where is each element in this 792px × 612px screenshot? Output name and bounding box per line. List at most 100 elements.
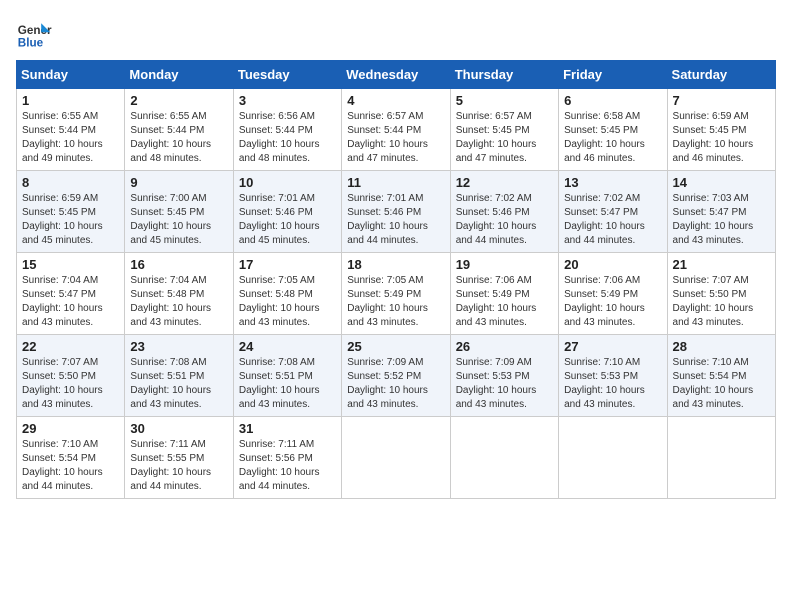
calendar-cell: 1 Sunrise: 6:55 AM Sunset: 5:44 PM Dayli… [17,89,125,171]
column-header-friday: Friday [559,61,667,89]
day-info: Sunrise: 7:09 AM Sunset: 5:52 PM Dayligh… [347,356,444,412]
calendar-cell [342,417,450,499]
day-number: 19 [456,257,553,272]
week-row-3: 15 Sunrise: 7:04 AM Sunset: 5:47 PM Dayl… [17,253,776,335]
calendar-cell: 18 Sunrise: 7:05 AM Sunset: 5:49 PM Dayl… [342,253,450,335]
calendar-cell: 25 Sunrise: 7:09 AM Sunset: 5:52 PM Dayl… [342,335,450,417]
day-info: Sunrise: 7:08 AM Sunset: 5:51 PM Dayligh… [130,356,227,412]
day-info: Sunrise: 7:07 AM Sunset: 5:50 PM Dayligh… [673,274,770,330]
day-number: 14 [673,175,770,190]
calendar-cell: 10 Sunrise: 7:01 AM Sunset: 5:46 PM Dayl… [233,171,341,253]
calendar-cell: 16 Sunrise: 7:04 AM Sunset: 5:48 PM Dayl… [125,253,233,335]
week-row-1: 1 Sunrise: 6:55 AM Sunset: 5:44 PM Dayli… [17,89,776,171]
calendar-cell: 21 Sunrise: 7:07 AM Sunset: 5:50 PM Dayl… [667,253,775,335]
day-number: 31 [239,421,336,436]
calendar-cell: 13 Sunrise: 7:02 AM Sunset: 5:47 PM Dayl… [559,171,667,253]
day-info: Sunrise: 7:00 AM Sunset: 5:45 PM Dayligh… [130,192,227,248]
header: General Blue [16,16,776,52]
day-number: 13 [564,175,661,190]
day-info: Sunrise: 7:07 AM Sunset: 5:50 PM Dayligh… [22,356,119,412]
day-number: 23 [130,339,227,354]
day-number: 17 [239,257,336,272]
week-row-4: 22 Sunrise: 7:07 AM Sunset: 5:50 PM Dayl… [17,335,776,417]
calendar-cell: 8 Sunrise: 6:59 AM Sunset: 5:45 PM Dayli… [17,171,125,253]
calendar-cell: 3 Sunrise: 6:56 AM Sunset: 5:44 PM Dayli… [233,89,341,171]
day-number: 2 [130,93,227,108]
logo-icon: General Blue [16,16,52,52]
day-info: Sunrise: 7:05 AM Sunset: 5:49 PM Dayligh… [347,274,444,330]
day-number: 22 [22,339,119,354]
calendar-cell: 26 Sunrise: 7:09 AM Sunset: 5:53 PM Dayl… [450,335,558,417]
calendar-header-row: SundayMondayTuesdayWednesdayThursdayFrid… [17,61,776,89]
day-number: 20 [564,257,661,272]
day-number: 4 [347,93,444,108]
day-info: Sunrise: 7:09 AM Sunset: 5:53 PM Dayligh… [456,356,553,412]
day-number: 18 [347,257,444,272]
day-info: Sunrise: 6:58 AM Sunset: 5:45 PM Dayligh… [564,110,661,166]
calendar-cell: 23 Sunrise: 7:08 AM Sunset: 5:51 PM Dayl… [125,335,233,417]
day-info: Sunrise: 6:59 AM Sunset: 5:45 PM Dayligh… [673,110,770,166]
day-number: 10 [239,175,336,190]
calendar-cell: 29 Sunrise: 7:10 AM Sunset: 5:54 PM Dayl… [17,417,125,499]
calendar-cell: 27 Sunrise: 7:10 AM Sunset: 5:53 PM Dayl… [559,335,667,417]
day-number: 5 [456,93,553,108]
week-row-5: 29 Sunrise: 7:10 AM Sunset: 5:54 PM Dayl… [17,417,776,499]
day-info: Sunrise: 7:04 AM Sunset: 5:48 PM Dayligh… [130,274,227,330]
day-number: 25 [347,339,444,354]
day-info: Sunrise: 7:02 AM Sunset: 5:46 PM Dayligh… [456,192,553,248]
calendar-table: SundayMondayTuesdayWednesdayThursdayFrid… [16,60,776,499]
day-info: Sunrise: 7:04 AM Sunset: 5:47 PM Dayligh… [22,274,119,330]
day-number: 15 [22,257,119,272]
day-number: 11 [347,175,444,190]
day-number: 16 [130,257,227,272]
day-number: 1 [22,93,119,108]
calendar-cell: 28 Sunrise: 7:10 AM Sunset: 5:54 PM Dayl… [667,335,775,417]
column-header-sunday: Sunday [17,61,125,89]
day-info: Sunrise: 7:03 AM Sunset: 5:47 PM Dayligh… [673,192,770,248]
day-number: 30 [130,421,227,436]
day-info: Sunrise: 7:10 AM Sunset: 5:53 PM Dayligh… [564,356,661,412]
day-info: Sunrise: 7:06 AM Sunset: 5:49 PM Dayligh… [564,274,661,330]
logo: General Blue [16,16,52,52]
day-info: Sunrise: 6:57 AM Sunset: 5:45 PM Dayligh… [456,110,553,166]
day-info: Sunrise: 7:01 AM Sunset: 5:46 PM Dayligh… [347,192,444,248]
day-info: Sunrise: 6:55 AM Sunset: 5:44 PM Dayligh… [130,110,227,166]
day-number: 3 [239,93,336,108]
day-number: 7 [673,93,770,108]
day-info: Sunrise: 6:57 AM Sunset: 5:44 PM Dayligh… [347,110,444,166]
calendar-cell: 5 Sunrise: 6:57 AM Sunset: 5:45 PM Dayli… [450,89,558,171]
calendar-cell: 22 Sunrise: 7:07 AM Sunset: 5:50 PM Dayl… [17,335,125,417]
column-header-thursday: Thursday [450,61,558,89]
column-header-tuesday: Tuesday [233,61,341,89]
calendar-cell: 24 Sunrise: 7:08 AM Sunset: 5:51 PM Dayl… [233,335,341,417]
calendar-cell: 20 Sunrise: 7:06 AM Sunset: 5:49 PM Dayl… [559,253,667,335]
day-info: Sunrise: 7:05 AM Sunset: 5:48 PM Dayligh… [239,274,336,330]
day-number: 26 [456,339,553,354]
day-number: 21 [673,257,770,272]
day-info: Sunrise: 7:08 AM Sunset: 5:51 PM Dayligh… [239,356,336,412]
day-number: 27 [564,339,661,354]
svg-text:Blue: Blue [18,37,44,50]
calendar-cell [559,417,667,499]
week-row-2: 8 Sunrise: 6:59 AM Sunset: 5:45 PM Dayli… [17,171,776,253]
calendar-cell: 31 Sunrise: 7:11 AM Sunset: 5:56 PM Dayl… [233,417,341,499]
day-number: 8 [22,175,119,190]
calendar-cell: 14 Sunrise: 7:03 AM Sunset: 5:47 PM Dayl… [667,171,775,253]
calendar-cell: 9 Sunrise: 7:00 AM Sunset: 5:45 PM Dayli… [125,171,233,253]
day-number: 29 [22,421,119,436]
calendar-cell: 4 Sunrise: 6:57 AM Sunset: 5:44 PM Dayli… [342,89,450,171]
calendar-cell: 12 Sunrise: 7:02 AM Sunset: 5:46 PM Dayl… [450,171,558,253]
day-number: 24 [239,339,336,354]
column-header-wednesday: Wednesday [342,61,450,89]
calendar-cell: 30 Sunrise: 7:11 AM Sunset: 5:55 PM Dayl… [125,417,233,499]
calendar-cell [450,417,558,499]
column-header-monday: Monday [125,61,233,89]
day-info: Sunrise: 7:06 AM Sunset: 5:49 PM Dayligh… [456,274,553,330]
calendar-cell: 7 Sunrise: 6:59 AM Sunset: 5:45 PM Dayli… [667,89,775,171]
calendar-cell: 2 Sunrise: 6:55 AM Sunset: 5:44 PM Dayli… [125,89,233,171]
day-info: Sunrise: 7:11 AM Sunset: 5:56 PM Dayligh… [239,438,336,494]
calendar-cell: 15 Sunrise: 7:04 AM Sunset: 5:47 PM Dayl… [17,253,125,335]
calendar-cell [667,417,775,499]
day-info: Sunrise: 6:56 AM Sunset: 5:44 PM Dayligh… [239,110,336,166]
calendar-cell: 11 Sunrise: 7:01 AM Sunset: 5:46 PM Dayl… [342,171,450,253]
